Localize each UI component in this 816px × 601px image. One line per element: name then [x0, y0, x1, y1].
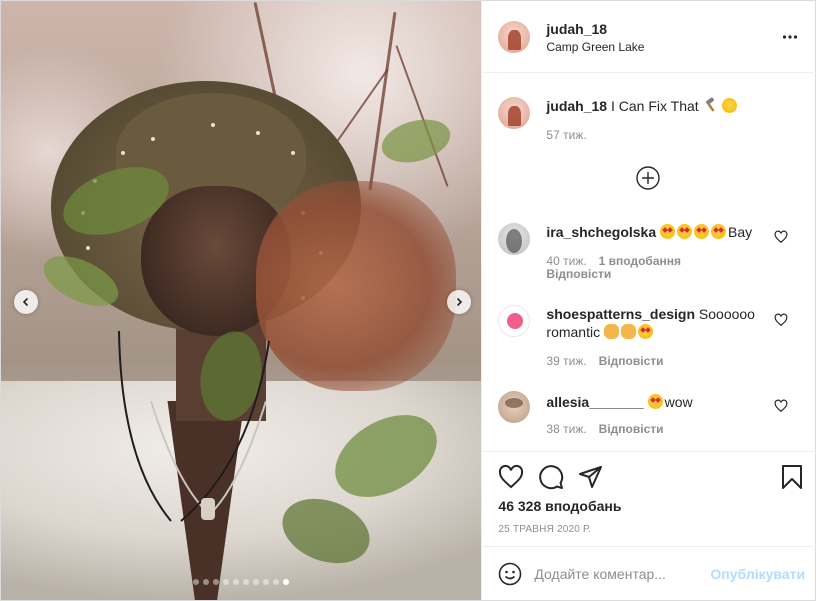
add-comment-bar: Опублікувати — [482, 546, 816, 600]
carousel-dot — [213, 579, 220, 585]
comment-time: 40 тиж. — [546, 254, 587, 268]
comment-like-icon[interactable] — [774, 230, 788, 244]
commenter-avatar[interactable] — [498, 305, 531, 337]
reply-button[interactable]: Відповісти — [546, 267, 611, 281]
more-options-icon[interactable] — [782, 29, 798, 45]
comment-body: wow — [664, 394, 693, 410]
commenter-username[interactable]: allesia_______ — [546, 394, 643, 410]
chevron-right-icon — [456, 297, 463, 307]
post: judah_18 Camp Green Lake judah_18 I Can … — [0, 0, 816, 601]
hammer-emoji — [705, 97, 714, 112]
carousel-dot — [263, 579, 270, 585]
post-photo[interactable] — [1, 1, 482, 600]
comment-reply-row: Відповісти — [546, 268, 623, 281]
comment-like-icon[interactable] — [774, 313, 788, 327]
like-icon[interactable] — [498, 464, 524, 490]
comment-time: 38 тиж. — [546, 422, 587, 436]
author-username[interactable]: judah_18 — [546, 21, 607, 37]
carousel-dot — [233, 579, 240, 585]
carousel-dot — [283, 579, 290, 585]
emoji-picker-icon[interactable] — [498, 562, 522, 586]
star-struck-emoji — [637, 324, 653, 339]
caption-text: judah_18 I Can Fix That — [546, 97, 796, 115]
comment-input[interactable] — [534, 564, 705, 584]
carousel-dot — [253, 579, 260, 585]
likes-count[interactable]: 46 328 вподобань — [498, 498, 621, 514]
comment-time: 39 тиж. — [546, 354, 587, 368]
star-struck-emoji — [660, 224, 676, 239]
carousel-dot — [273, 579, 280, 585]
previous-slide-button[interactable] — [14, 290, 38, 314]
smirk-emoji — [722, 98, 738, 113]
star-struck-emoji — [647, 394, 663, 409]
comment-likes-count[interactable]: 1 вподобання — [599, 254, 681, 268]
publish-comment-button[interactable]: Опублікувати — [710, 566, 805, 582]
commenter-avatar[interactable] — [498, 223, 531, 255]
comment-text: allesia_______ wow — [546, 393, 758, 411]
commenter-avatar[interactable] — [498, 391, 531, 423]
comment-text: shoespatterns_design Soooooo romantic — [546, 305, 758, 341]
commenter-username[interactable]: ira_shchegolska — [546, 224, 656, 240]
carousel-dot — [223, 579, 230, 585]
comment-text: ira_shchegolska Bay — [546, 223, 758, 241]
post-header: judah_18 Camp Green Lake — [482, 1, 816, 73]
post-date: 25 травня 2020 р. — [498, 524, 591, 535]
clapping-hands-emoji — [603, 324, 619, 339]
victory-hand-emoji — [620, 324, 636, 339]
share-icon[interactable] — [578, 464, 604, 490]
post-actions: 46 328 вподобань 25 травня 2020 р. — [482, 451, 816, 547]
star-struck-emoji — [677, 224, 693, 239]
post-side-panel: judah_18 Camp Green Lake judah_18 I Can … — [481, 1, 816, 600]
comment-meta: 39 тиж. Відповісти — [546, 355, 675, 368]
caption-body: I Can Fix That — [611, 98, 699, 114]
caption-time: 57 тиж. — [546, 128, 587, 142]
next-slide-button[interactable] — [447, 290, 471, 314]
chevron-left-icon — [22, 297, 29, 307]
carousel-dot — [203, 579, 210, 585]
location-link[interactable]: Camp Green Lake — [546, 40, 644, 54]
reply-button[interactable]: Відповісти — [599, 422, 664, 436]
author-avatar[interactable] — [498, 21, 531, 53]
caption-username[interactable]: judah_18 — [546, 98, 607, 114]
load-more-comments-icon[interactable] — [635, 165, 661, 191]
carousel-dot — [193, 579, 200, 585]
necklace — [118, 330, 270, 522]
comment-meta: 38 тиж. Відповісти — [546, 423, 675, 436]
star-struck-emoji — [694, 224, 710, 239]
comment-icon[interactable] — [538, 464, 564, 490]
save-bookmark-icon[interactable] — [779, 464, 805, 490]
carousel-dot — [243, 579, 250, 585]
star-struck-emoji — [711, 224, 727, 239]
comment-like-icon[interactable] — [774, 399, 788, 413]
commenter-username[interactable]: shoespatterns_design — [546, 306, 695, 322]
comment-body: Bay — [728, 224, 753, 240]
caption-avatar[interactable] — [498, 97, 531, 129]
carousel-indicator — [1, 579, 481, 585]
reply-button[interactable]: Відповісти — [599, 354, 664, 368]
